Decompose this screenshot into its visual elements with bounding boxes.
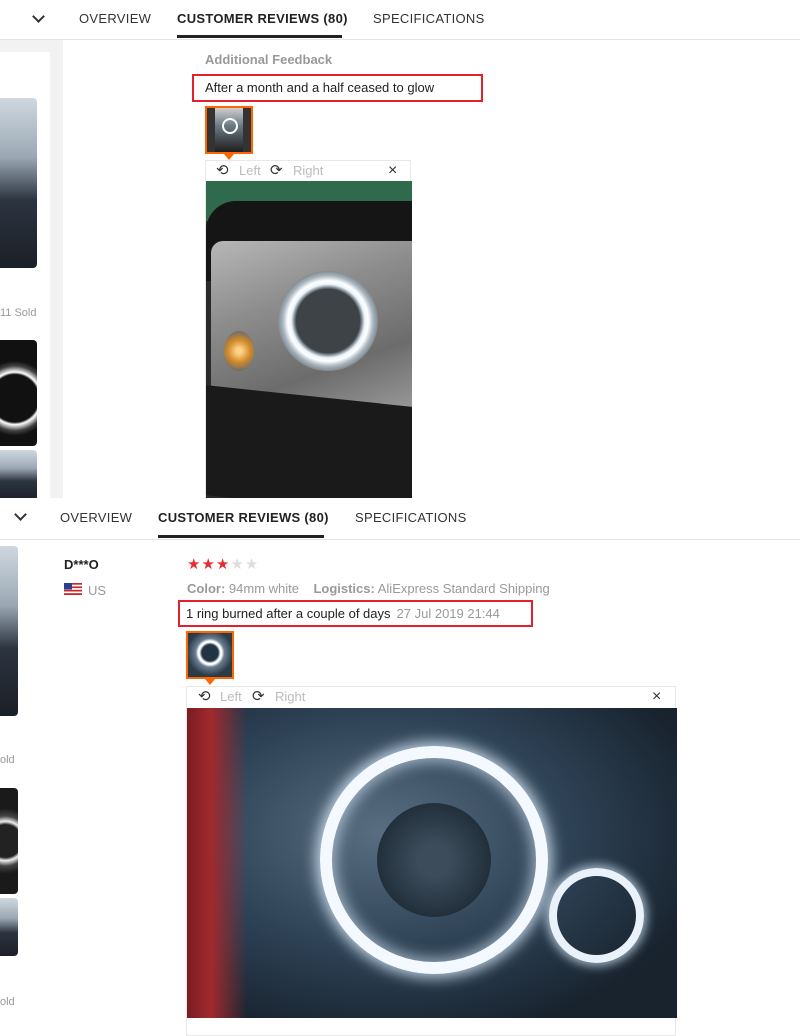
- sold-count: old: [0, 996, 15, 1008]
- star-icon: ★: [187, 556, 202, 573]
- logistics-label: Logistics:: [313, 581, 375, 596]
- active-tab-indicator: [158, 535, 324, 538]
- order-info: Color: 94mm white Logistics: AliExpress …: [187, 581, 550, 596]
- additional-feedback-label: Additional Feedback: [205, 52, 333, 67]
- product-sidebar: old old: [0, 498, 30, 1036]
- reviewer-country: US: [88, 583, 107, 598]
- logistics-value: AliExpress Standard Shipping: [377, 581, 550, 596]
- rotate-left-label[interactable]: Left: [220, 689, 242, 704]
- review-date: 27 Jul 2019 21:44: [396, 606, 500, 621]
- related-product-image[interactable]: [0, 898, 18, 956]
- review-photo-large: [187, 708, 677, 1018]
- star-icon: ★: [230, 556, 245, 573]
- review-panel-2: old old OVERVIEW CUSTOMER REVIEWS (80) S…: [0, 498, 800, 1036]
- related-product-image[interactable]: [0, 546, 18, 716]
- thumbnail-pointer: [205, 679, 215, 685]
- star-icon: ★: [215, 556, 231, 573]
- tab-specifications[interactable]: SPECIFICATIONS: [373, 11, 485, 26]
- star-rating: ★★★★★: [187, 555, 259, 573]
- chevron-down-icon[interactable]: [32, 10, 45, 23]
- review-image-thumbnail[interactable]: [205, 106, 253, 154]
- rotate-right-icon[interactable]: ⟳: [252, 688, 265, 706]
- review-panel-1: 11 Sold OVERVIEW CUSTOMER REVIEWS (80) S…: [0, 0, 800, 498]
- close-icon[interactable]: ×: [652, 688, 661, 706]
- product-tabs: OVERVIEW CUSTOMER REVIEWS (80) SPECIFICA…: [0, 0, 800, 40]
- rotate-right-icon[interactable]: ⟳: [270, 162, 283, 180]
- review-text: 1 ring burned after a couple of days: [186, 606, 391, 621]
- related-product-image[interactable]: [0, 340, 37, 446]
- viewer-toolbar: ⟲ Left ⟳ Right ×: [187, 687, 675, 707]
- viewer-toolbar: ⟲ Left ⟳ Right ×: [206, 161, 410, 181]
- us-flag-icon: [64, 583, 82, 595]
- tab-customer-reviews[interactable]: CUSTOMER REVIEWS (80): [158, 510, 329, 525]
- tab-overview[interactable]: OVERVIEW: [60, 510, 132, 525]
- rotate-left-icon[interactable]: ⟲: [216, 162, 229, 180]
- related-product-image[interactable]: [0, 98, 37, 268]
- tab-overview[interactable]: OVERVIEW: [79, 11, 151, 26]
- sold-count: 11 Sold: [0, 307, 37, 319]
- review-image-thumbnail[interactable]: [186, 631, 234, 679]
- product-sidebar: 11 Sold: [0, 0, 63, 498]
- review-text-row: 1 ring burned after a couple of days 27 J…: [186, 605, 500, 623]
- rotate-right-label[interactable]: Right: [275, 689, 305, 704]
- color-label: Color:: [187, 581, 226, 596]
- review-text: After a month and a half ceased to glow: [205, 80, 435, 95]
- active-tab-indicator: [177, 35, 342, 38]
- related-products-card: old old: [0, 537, 30, 1036]
- rotate-right-label[interactable]: Right: [293, 163, 323, 178]
- related-product-image[interactable]: [0, 450, 37, 498]
- image-viewer: ⟲ Left ⟳ Right ×: [186, 686, 677, 1036]
- tab-specifications[interactable]: SPECIFICATIONS: [355, 510, 467, 525]
- rotate-left-icon[interactable]: ⟲: [198, 688, 211, 706]
- tab-customer-reviews[interactable]: CUSTOMER REVIEWS (80): [177, 11, 348, 26]
- close-icon[interactable]: ×: [388, 162, 397, 180]
- rotate-left-label[interactable]: Left: [239, 163, 261, 178]
- reviewer-name: D***O: [64, 557, 99, 572]
- related-products-card: 11 Sold: [0, 52, 50, 498]
- sold-count: old: [0, 754, 15, 766]
- color-value: 94mm white: [228, 581, 299, 596]
- product-tabs: OVERVIEW CUSTOMER REVIEWS (80) SPECIFICA…: [0, 498, 800, 540]
- star-icon: ★: [244, 556, 260, 573]
- review-photo-large: [206, 181, 412, 498]
- star-icon: ★: [201, 556, 216, 573]
- chevron-down-icon[interactable]: [14, 508, 27, 521]
- image-viewer: ⟲ Left ⟳ Right ×: [205, 160, 412, 498]
- related-product-image[interactable]: [0, 788, 18, 894]
